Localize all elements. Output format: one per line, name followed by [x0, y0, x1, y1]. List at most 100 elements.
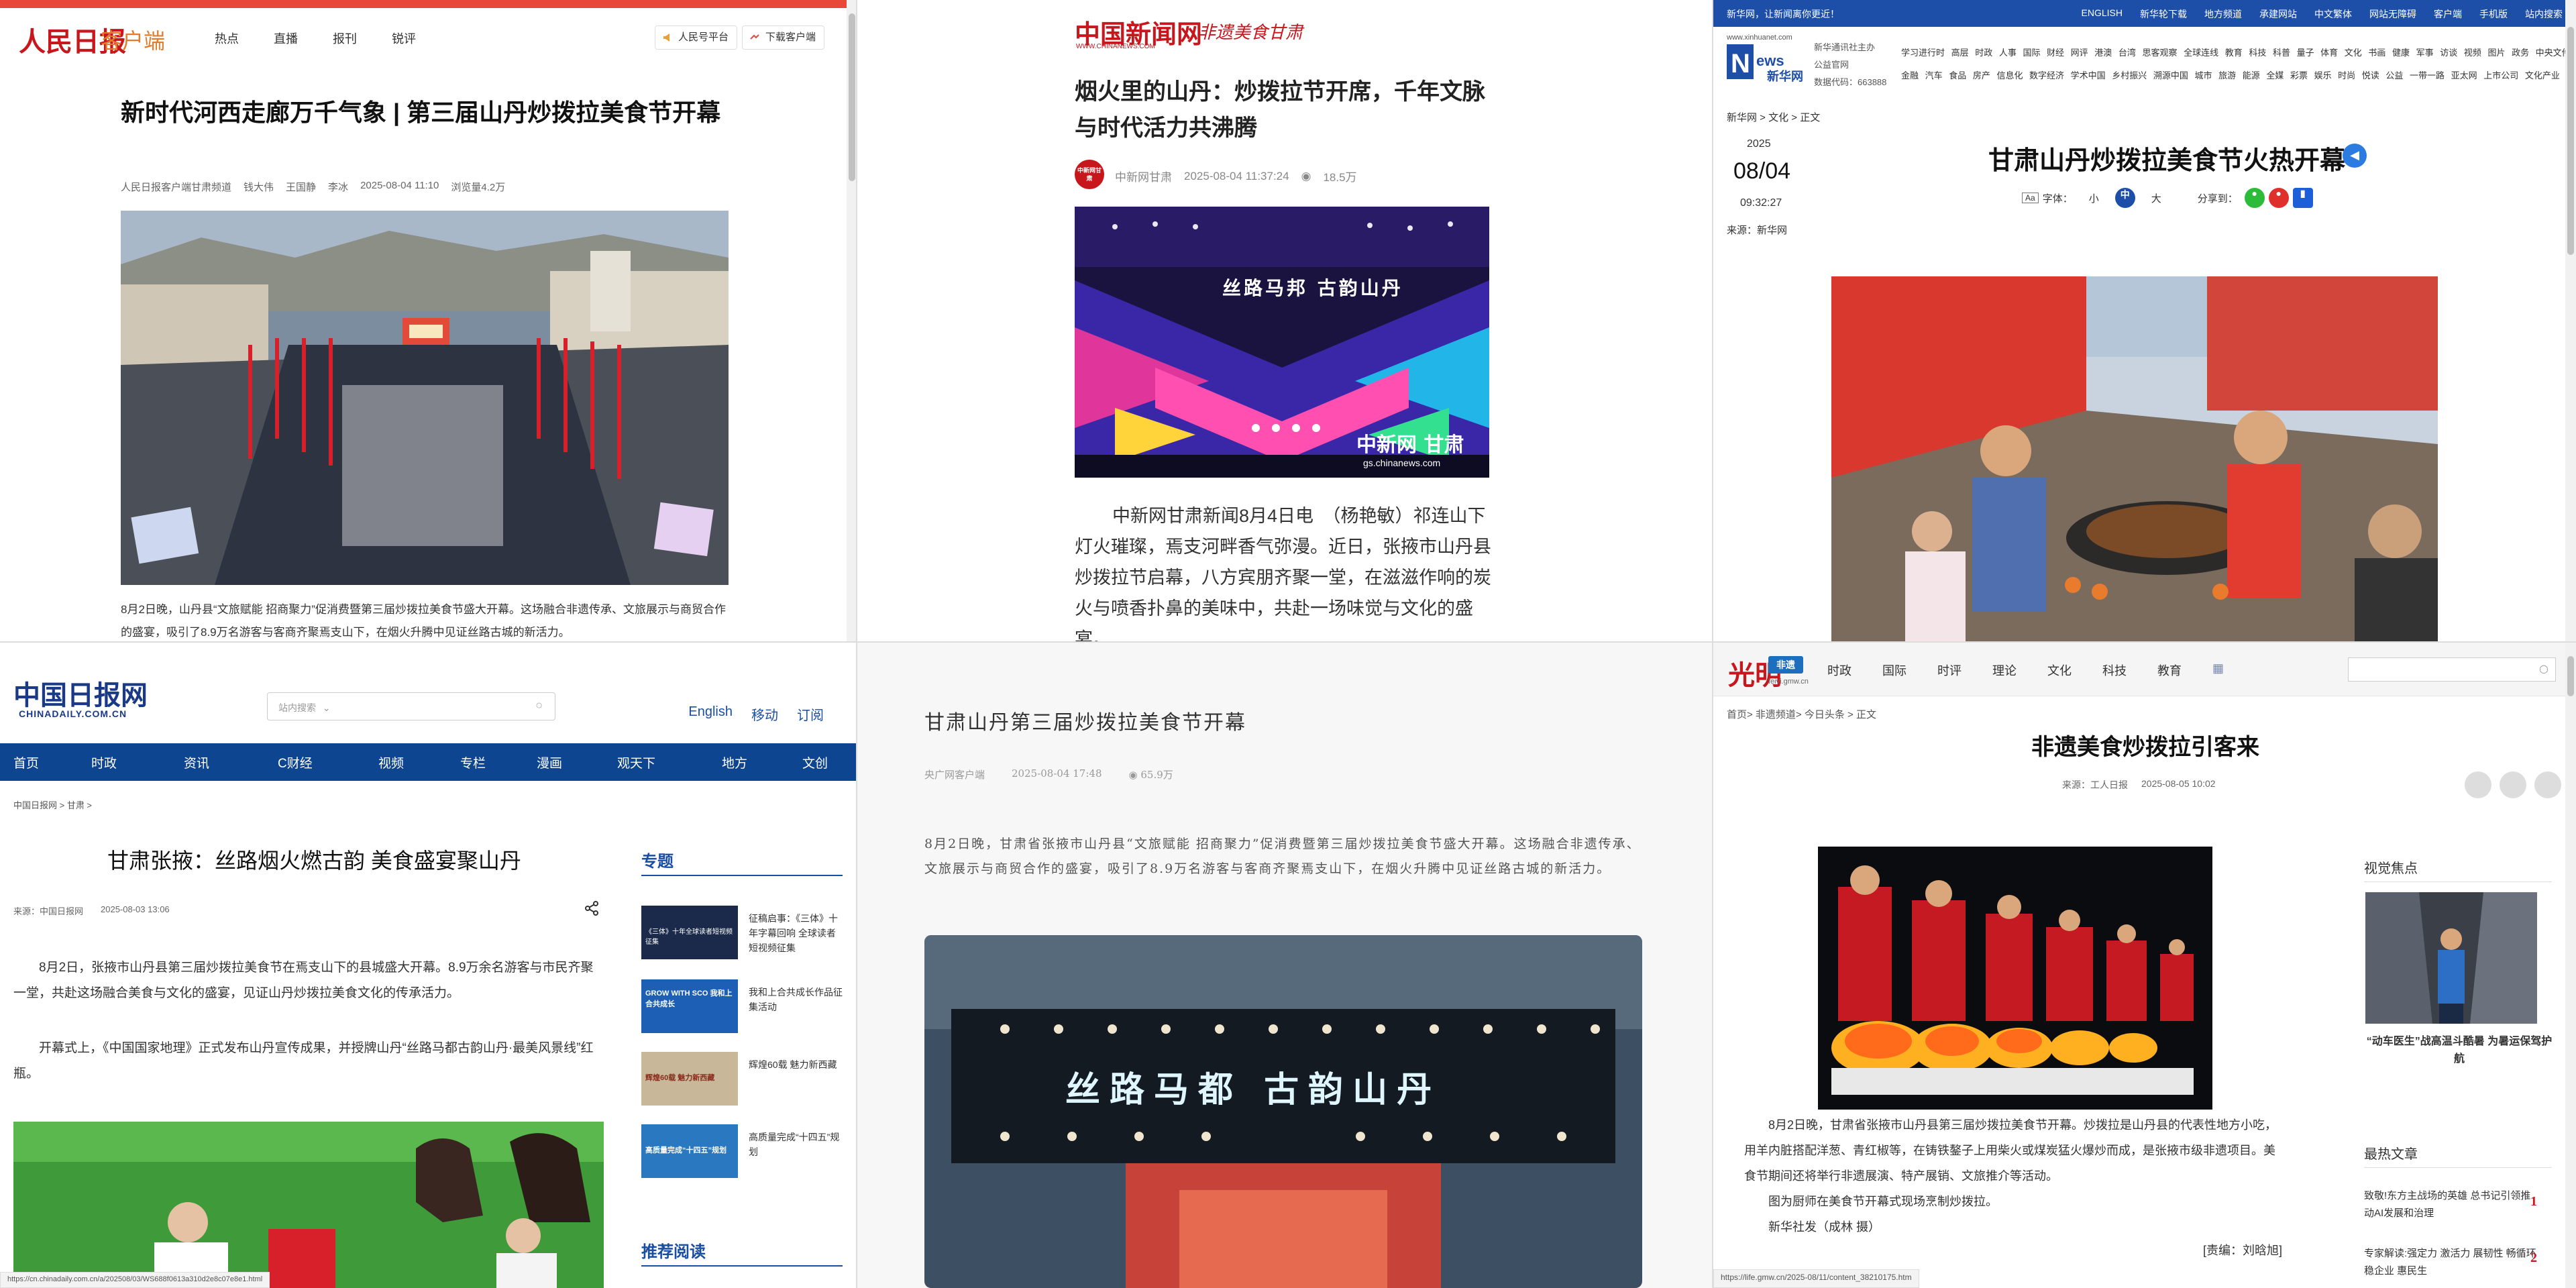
- site-name: 新华网: [1767, 70, 1803, 83]
- sidebar-topic-item[interactable]: 《三体》十年全球读者短视频征集 征稿启事：《三体》十年字幕回响 全球读者短视频征…: [641, 906, 843, 959]
- nav-item-video[interactable]: 视频: [378, 753, 404, 771]
- panel-chinadaily: 中国日报网 CHINADAILY.COM.CN 站内搜索 ⌄ ○ English…: [0, 643, 857, 1288]
- share-wechat-icon[interactable]: [2500, 771, 2526, 798]
- hot-article-item[interactable]: 专家解读:强定力 激活力 展韧性 畅循环 稳企业 惠民生: [2364, 1245, 2538, 1280]
- editor-credit: [责编：刘晗旭]: [2203, 1244, 2283, 1257]
- scrollbar[interactable]: [2565, 643, 2576, 1288]
- nav-item-culture[interactable]: 文创: [802, 753, 828, 771]
- header-links: English 移动 订阅: [688, 704, 824, 724]
- nav-item-papers[interactable]: 报刊: [333, 30, 357, 47]
- meta-source: 来源：工人日报: [2062, 780, 2128, 790]
- panel-guangming: 光明 非遗 feiyi.gmw.cn 时政 国际 时评 理论 文化 科技 教育 …: [1713, 643, 2576, 1288]
- sidebar-topic-item[interactable]: 辉煌60载 魅力新西藏 辉煌60载 魅力新西藏: [641, 1052, 843, 1106]
- site-logo-sub[interactable]: 客户端: [101, 24, 165, 55]
- mobile-icon[interactable]: ▮: [2292, 188, 2313, 208]
- breadcrumb[interactable]: 新华网 > 文化 > 正文: [1727, 110, 1820, 124]
- link-sites[interactable]: 承建网站: [2259, 7, 2297, 21]
- nav-item-comics[interactable]: 漫画: [537, 753, 562, 771]
- nav-item-tech[interactable]: 科技: [2102, 661, 2127, 679]
- meta-source[interactable]: 中新网甘肃: [1115, 168, 1172, 184]
- main-nav: 时政 国际 时评 理论 文化 科技 教育 ▦: [1827, 661, 2224, 679]
- megaphone-icon: [663, 34, 669, 42]
- channel-links-row[interactable]: 学习进行时 高层 时政 人事 国际 财经 网评 港澳 台湾 思客观察 全球连线 …: [1901, 42, 2572, 64]
- hot-article-item[interactable]: 致敬!东方主战场的英雄 总书记引领推动AI发展和治理: [2364, 1187, 2538, 1222]
- search-input[interactable]: 站内搜索 ⌄ ○: [267, 692, 555, 720]
- article-meta: 央广网客户端 2025-08-04 17:48 ◉ 65.9万: [924, 767, 1173, 782]
- share-weibo-icon[interactable]: [2465, 771, 2491, 798]
- link-search[interactable]: 站内搜索: [2525, 7, 2563, 21]
- nav-item-local[interactable]: 地方: [722, 753, 747, 771]
- link-english[interactable]: English: [688, 704, 733, 724]
- source-avatar[interactable]: 中新网甘肃: [1075, 160, 1104, 189]
- share-friends-icon[interactable]: [2534, 771, 2561, 798]
- nav-item-live[interactable]: 直播: [274, 30, 298, 47]
- link-client[interactable]: 客户端: [2434, 7, 2462, 21]
- link-mobile[interactable]: 移动: [751, 704, 778, 724]
- font-small-button[interactable]: 小: [2089, 191, 2099, 205]
- nav-item-news[interactable]: 资讯: [184, 753, 209, 771]
- nav-item-theory[interactable]: 理论: [1992, 661, 2017, 679]
- nav-item-politics[interactable]: 时政: [91, 753, 117, 771]
- meta-time: 2025-08-04 11:37:24: [1184, 169, 1289, 182]
- nav-item-world[interactable]: 观天下: [617, 753, 655, 771]
- nav-item-home[interactable]: 首页: [13, 753, 39, 771]
- nav-item-education[interactable]: 教育: [2157, 661, 2182, 679]
- link-app-download[interactable]: 新华轮下载: [2140, 7, 2187, 21]
- focus-caption[interactable]: “动车医生”战高温斗酷暑 为暑运保驾护航: [2365, 1033, 2553, 1068]
- nav-item-politics[interactable]: 时政: [1827, 661, 1851, 679]
- channel-links-row[interactable]: 金融 汽车 食品 房产 信息化 数字经济 学术中国 乡村振兴 溯源中国 城市 旅…: [1901, 64, 2572, 87]
- platform-button[interactable]: 人民号平台: [655, 25, 738, 50]
- font-large-button[interactable]: 大: [2151, 191, 2161, 205]
- link-english[interactable]: ENGLISH: [2082, 7, 2123, 21]
- meta-source: 来源：中国日报网: [13, 906, 84, 916]
- arrow-icon: [750, 34, 759, 40]
- focus-photo[interactable]: [2365, 892, 2537, 1024]
- sidebar-topic-item[interactable]: GROW WITH SCO 我和上合共成长 我和上合共成长作品征集活动: [641, 979, 843, 1033]
- sidebar-divider: [641, 1265, 843, 1267]
- link-mobile[interactable]: 手机版: [2479, 7, 2508, 21]
- channel-badge[interactable]: 非遗: [1768, 656, 1803, 674]
- nav-item-commentary[interactable]: 时评: [1937, 661, 1962, 679]
- topic-thumbnail: GROW WITH SCO 我和上合共成长: [641, 979, 738, 1033]
- nav-item-culture[interactable]: 文化: [2047, 661, 2072, 679]
- article-source: 来源：新华网: [1727, 225, 1788, 236]
- top-accent-bar: [0, 0, 857, 8]
- download-app-button[interactable]: 下载客户端: [742, 25, 825, 50]
- search-input[interactable]: ○: [2348, 657, 2556, 682]
- scrollbar[interactable]: [2565, 0, 2576, 643]
- search-icon[interactable]: ○: [2539, 662, 2548, 675]
- breadcrumb[interactable]: 中国日报网 > 甘肃 >: [13, 798, 92, 811]
- hot-rank-number: 2: [2530, 1250, 2537, 1265]
- share-buttons: [2465, 771, 2561, 798]
- download-app-label: 下载客户端: [765, 32, 816, 43]
- link-subscribe[interactable]: 订阅: [797, 704, 824, 724]
- font-medium-button[interactable]: 中: [2114, 188, 2135, 208]
- sidebar-topic-item[interactable]: 高质量完成“十四五”规划 高质量完成“十四五”规划: [641, 1124, 843, 1178]
- nav-item-international[interactable]: 国际: [1882, 661, 1907, 679]
- eye-icon: ◉: [1128, 769, 1141, 781]
- audio-play-icon[interactable]: ◀: [2343, 144, 2367, 168]
- meta-views: 65.9万: [1140, 769, 1173, 781]
- share-icon[interactable]: [584, 900, 600, 916]
- sidebar-divider: [2364, 881, 2552, 882]
- grid-menu-icon[interactable]: ▦: [2212, 661, 2224, 679]
- nav-item-hot[interactable]: 热点: [215, 30, 239, 47]
- link-traditional[interactable]: 中文繁体: [2314, 7, 2352, 21]
- site-logo[interactable]: 中国日报网: [13, 674, 148, 712]
- nav-item-comment[interactable]: 锐评: [392, 30, 416, 47]
- article-title: 甘肃张掖：丝路烟火燃古韵 美食盛宴聚山丹: [107, 849, 521, 873]
- main-nav: 首页 时政 资讯 C财经 视频 专栏 漫画 观天下 地方 文创: [0, 743, 857, 781]
- image-url: gs.chinanews.com: [1363, 458, 1441, 468]
- meta-time: 2025-08-04 17:48: [1012, 767, 1102, 780]
- breadcrumb[interactable]: 首页> 非遗频道> 今日头条 > 正文: [1727, 707, 1876, 721]
- topic-text: 辉煌60载 魅力新西藏: [749, 1059, 837, 1070]
- topic-text: 征稿启事：《三体》十年字幕回响 全球读者短视频征集: [749, 913, 838, 953]
- search-icon[interactable]: ○: [535, 698, 543, 712]
- link-accessibility[interactable]: 网站无障碍: [2369, 7, 2416, 21]
- wechat-icon[interactable]: ●: [2244, 188, 2265, 208]
- weibo-icon[interactable]: ●: [2268, 188, 2289, 208]
- nav-item-finance[interactable]: C财经: [278, 753, 313, 771]
- nav-item-columns[interactable]: 专栏: [460, 753, 486, 771]
- link-local[interactable]: 地方频道: [2204, 7, 2242, 21]
- chevron-down-icon[interactable]: ⌄: [323, 702, 331, 713]
